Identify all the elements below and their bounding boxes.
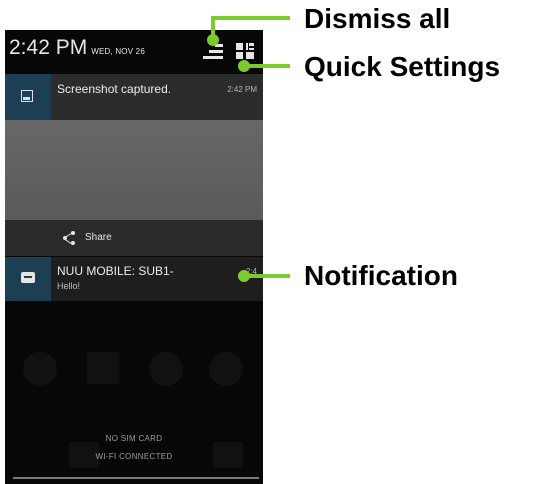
wifi-status: WI-FI CONNECTED — [95, 452, 173, 461]
notification-title: NUU MOBILE: SUB1- — [57, 264, 174, 278]
notification-shade: 2:42 PM WED, NOV 26 Screenshot captured.… — [5, 30, 263, 484]
lockscreen-app-icon — [209, 352, 243, 386]
notification-callout-line — [244, 274, 290, 278]
lockscreen-app-icon — [87, 352, 119, 384]
notification-title: Screenshot captured. — [57, 82, 172, 96]
quick-settings-icon[interactable] — [236, 43, 254, 59]
screenshot-preview[interactable] — [5, 120, 263, 220]
dismiss-all-callout-dot — [207, 34, 219, 46]
chat-icon — [21, 272, 35, 283]
notification-callout: Notification — [304, 260, 458, 291]
share-label: Share — [85, 232, 112, 243]
screenshot-thumbnail — [5, 120, 263, 220]
quick-settings-callout-line — [244, 64, 290, 68]
sim-status: NO SIM CARD — [105, 434, 163, 443]
status-date: WED, NOV 26 — [91, 47, 145, 56]
notification-callout-dot — [238, 270, 250, 282]
share-button[interactable]: Share — [5, 220, 263, 256]
quick-settings-callout-dot — [238, 60, 250, 72]
bottom-divider — [13, 477, 259, 479]
lockscreen-app-icon — [149, 352, 183, 386]
dismiss-all-callout: Dismiss all — [304, 3, 451, 34]
image-icon — [21, 90, 33, 102]
status-time: 2:42 PM — [9, 36, 88, 59]
notification-text: Hello! — [57, 281, 81, 291]
notification-icon-box — [5, 74, 51, 120]
status-bar: 2:42 PM WED, NOV 26 — [5, 30, 263, 60]
notification-icon-box — [5, 257, 51, 301]
dismiss-all-callout-line — [211, 16, 290, 20]
share-icon — [63, 231, 75, 245]
notification-time: 2:42 PM — [227, 85, 257, 94]
quick-settings-callout: Quick Settings — [304, 51, 501, 82]
screenshot-notification[interactable]: Screenshot captured. 2:42 PM — [5, 74, 263, 120]
message-notification[interactable]: NUU MOBILE: SUB1- Hello! 2:4 — [5, 257, 263, 301]
lockscreen-app-icon — [23, 352, 57, 386]
